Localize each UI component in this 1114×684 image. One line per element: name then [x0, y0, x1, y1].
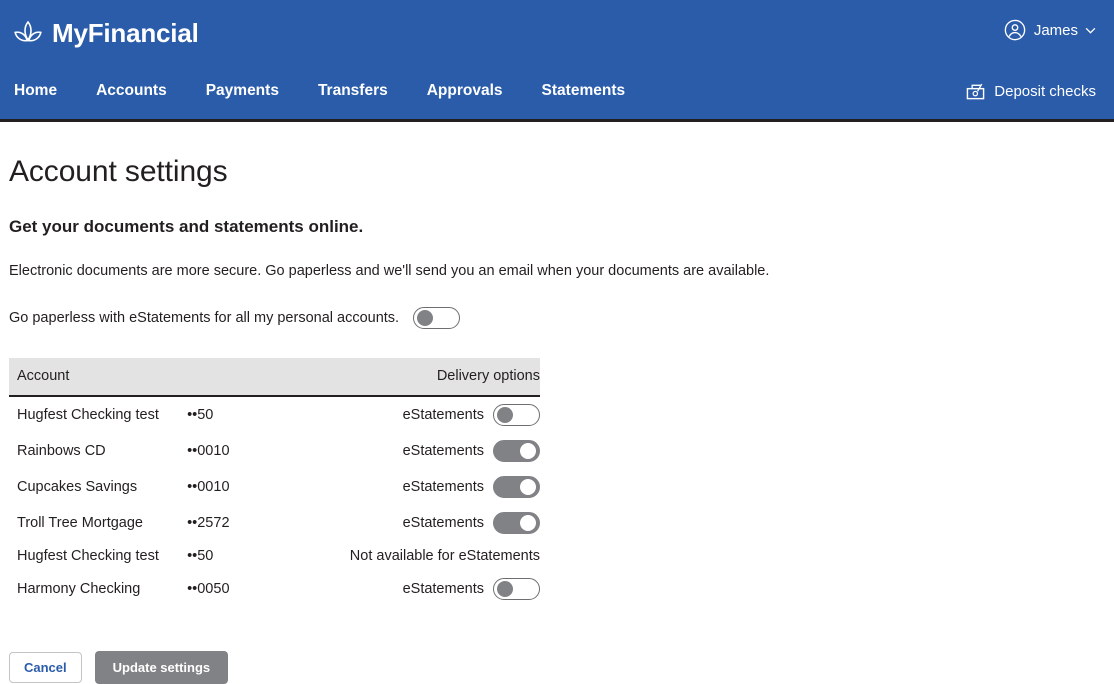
- account-name: Rainbows CD: [17, 443, 106, 459]
- table-row: Harmony Checking ••0050 eStatements: [9, 571, 540, 607]
- paperless-toggle-wrap: [413, 307, 461, 329]
- delivery-options-cell: eStatements: [342, 505, 540, 541]
- toggle-knob: [497, 581, 513, 597]
- user-menu[interactable]: James: [1004, 19, 1096, 41]
- accounts-table-body: Hugfest Checking test ••50 eStatements Rain…: [9, 396, 540, 607]
- delivery-options-inner: eStatements: [403, 512, 540, 534]
- paperless-label: Go paperless with eStatements for all my…: [9, 310, 400, 326]
- delivery-options-cell: eStatements: [342, 469, 540, 505]
- primary-navigation: Home Accounts Payments Transfers Approva…: [0, 63, 1114, 119]
- account-number: ••2572: [187, 515, 230, 531]
- main-content: Account settings Get your documents and …: [0, 155, 1114, 684]
- deposit-checks-link[interactable]: Deposit checks: [965, 82, 1096, 101]
- account-name: Harmony Checking: [17, 581, 141, 597]
- estatements-label: eStatements: [402, 515, 484, 531]
- toggle-knob: [520, 443, 536, 459]
- paperless-master-toggle[interactable]: [413, 307, 461, 329]
- table-header-row: Account Delivery options: [9, 358, 540, 397]
- estatements-toggle[interactable]: [493, 512, 540, 534]
- account-name: Troll Tree Mortgage: [17, 515, 143, 531]
- section-heading: Get your documents and statements online…: [9, 217, 364, 236]
- account-number: ••0010: [187, 479, 230, 495]
- chevron-down-icon: [1085, 27, 1096, 34]
- delivery-options-inner: eStatements: [403, 404, 540, 426]
- accounts-table-head: Account Delivery options: [9, 358, 540, 397]
- delivery-options-inner: eStatements: [403, 440, 540, 462]
- deposit-check-camera-icon: [966, 83, 985, 99]
- cancel-button[interactable]: Cancel: [9, 652, 82, 683]
- estatements-toggle[interactable]: [493, 440, 540, 462]
- toggle-knob: [417, 310, 434, 326]
- estatements-label: eStatements: [402, 443, 484, 459]
- account-number: ••50: [187, 548, 214, 564]
- estatements-toggle[interactable]: [493, 476, 540, 498]
- lotus-flower-icon: [14, 20, 42, 42]
- page-title: Account settings: [9, 155, 228, 188]
- delivery-options-cell: Not available for eStatements: [342, 541, 540, 571]
- nav-item-home[interactable]: Home: [14, 82, 57, 100]
- brand-row: MyFinancial: [0, 0, 1114, 66]
- estatements-toggle[interactable]: [493, 578, 540, 600]
- nav-item-payments[interactable]: Payments: [206, 82, 279, 100]
- account-name: Hugfest Checking test: [17, 548, 159, 564]
- estatements-label: eStatements: [402, 479, 484, 495]
- user-name: James: [1033, 21, 1078, 39]
- nav-item-approvals[interactable]: Approvals: [427, 82, 503, 100]
- table-row: Hugfest Checking test ••50 Not available f…: [9, 541, 540, 571]
- toggle-knob: [520, 479, 536, 495]
- accounts-table: Account Delivery options Hugfest Checkin…: [9, 358, 540, 607]
- delivery-options-inner: eStatements: [403, 476, 540, 498]
- nav-item-transfers[interactable]: Transfers: [318, 82, 388, 100]
- deposit-checks-label: Deposit checks: [994, 82, 1096, 100]
- delivery-options-inner: eStatements: [403, 578, 540, 600]
- update-settings-button[interactable]: Update settings: [94, 651, 229, 684]
- site-header: MyFinancial James Home Accounts Payments…: [0, 0, 1114, 122]
- table-row: Troll Tree Mortgage ••2572 eStatements: [9, 505, 540, 541]
- delivery-options-cell: eStatements: [342, 571, 540, 607]
- toggle-knob: [520, 515, 536, 531]
- delivery-options-cell: eStatements: [342, 396, 540, 433]
- estatements-toggle[interactable]: [493, 404, 540, 426]
- intro-text: Electronic documents are more secure. Go…: [9, 263, 770, 279]
- column-header-account: Account: [9, 358, 342, 397]
- toggle-knob: [497, 407, 513, 423]
- paperless-row: Go paperless with eStatements for all my…: [9, 307, 1105, 329]
- nav-item-statements[interactable]: Statements: [542, 82, 626, 100]
- table-row: Hugfest Checking test ••50 eStatements: [9, 396, 540, 433]
- delivery-options-cell: eStatements: [342, 433, 540, 469]
- account-number: ••0050: [187, 581, 230, 597]
- account-name: Cupcakes Savings: [17, 479, 138, 495]
- table-row: Rainbows CD ••0010 eStatements: [9, 433, 540, 469]
- form-actions: Cancel Update settings: [9, 651, 1105, 684]
- delivery-options-inner: Not available for eStatements: [350, 548, 540, 564]
- account-number: ••50: [187, 407, 214, 423]
- not-available-label: Not available for eStatements: [349, 548, 540, 564]
- column-header-delivery: Delivery options: [341, 358, 540, 397]
- user-circle-icon: [1004, 19, 1026, 41]
- brand-name: MyFinancial: [52, 17, 199, 48]
- nav-item-accounts[interactable]: Accounts: [96, 82, 167, 100]
- estatements-label: eStatements: [402, 407, 484, 423]
- account-number: ••0010: [187, 443, 230, 459]
- estatements-label: eStatements: [402, 581, 484, 597]
- account-name: Hugfest Checking test: [17, 407, 159, 423]
- table-row: Cupcakes Savings ••0010 eStatements: [9, 469, 540, 505]
